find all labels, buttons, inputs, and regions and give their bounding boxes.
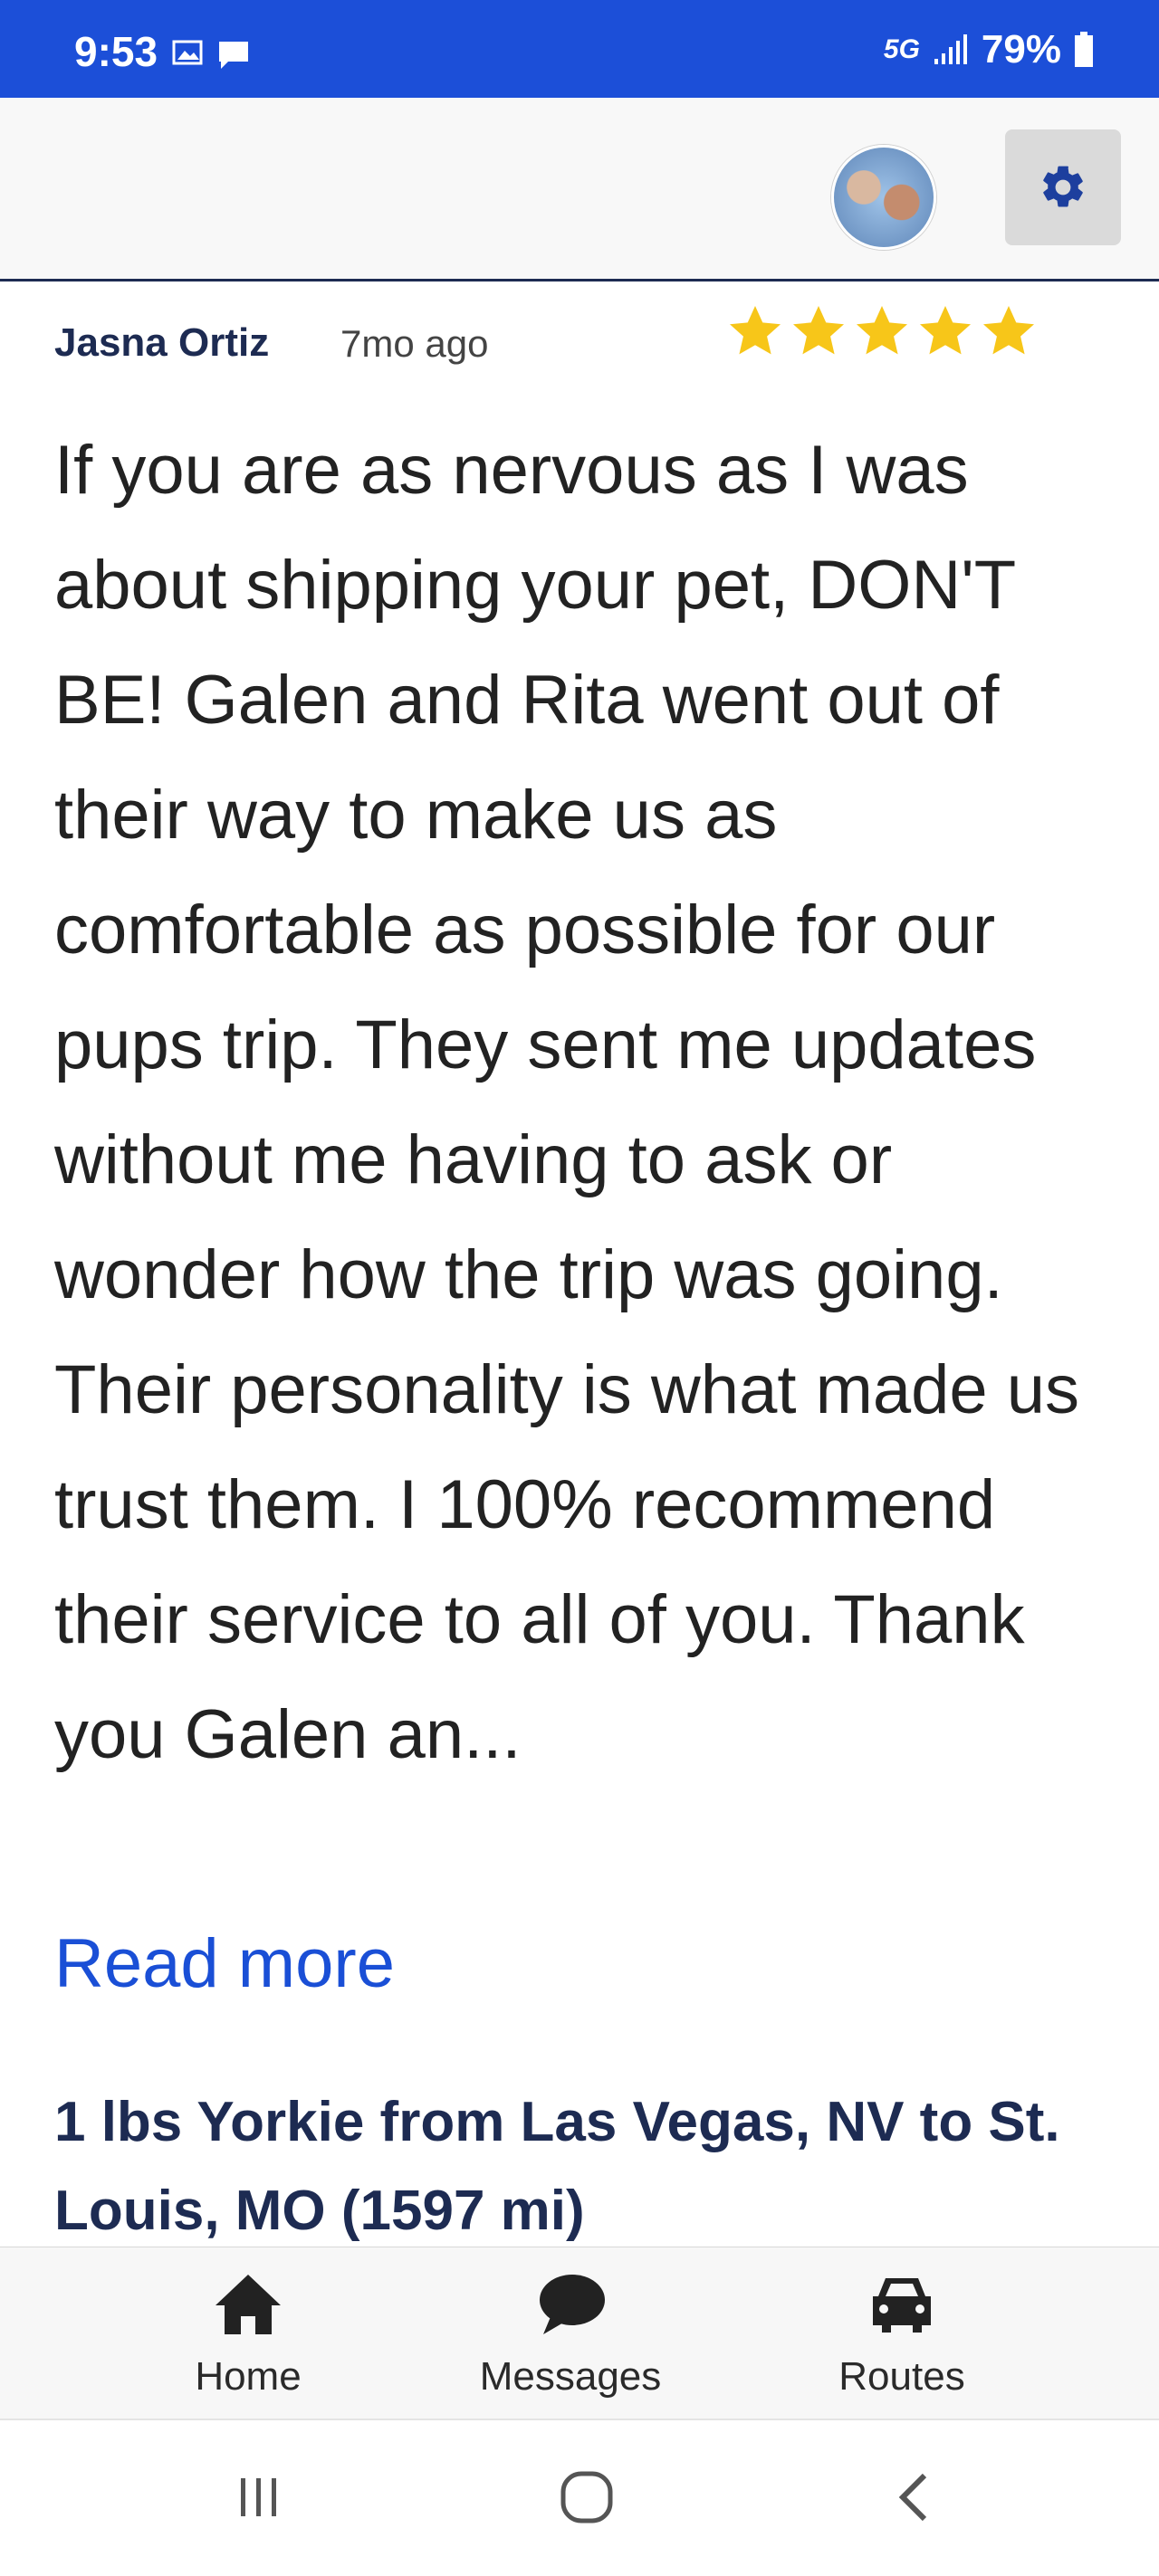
reviewer-name: Jasna Ortiz bbox=[54, 320, 270, 365]
nav-messages-label: Messages bbox=[479, 2354, 662, 2399]
review-text: If you are as nervous as I was about shi… bbox=[54, 432, 1080, 1773]
system-home-button[interactable] bbox=[541, 2466, 632, 2529]
read-more-link[interactable]: Read more bbox=[54, 1924, 395, 2003]
gallery-notification-icon bbox=[172, 40, 203, 65]
star-icon bbox=[920, 306, 971, 355]
back-button[interactable] bbox=[869, 2466, 960, 2529]
system-nav bbox=[0, 2419, 1159, 2576]
home-circle-icon bbox=[560, 2471, 613, 2524]
app-header bbox=[0, 98, 1159, 281]
user-avatar[interactable] bbox=[831, 145, 936, 250]
nav-home-label: Home bbox=[195, 2354, 302, 2399]
status-bar: 9:53 5G 79% bbox=[0, 0, 1159, 98]
car-icon bbox=[873, 2278, 931, 2333]
star-icon bbox=[730, 306, 781, 355]
status-indicators: 5G 79% bbox=[884, 27, 1094, 72]
nav-routes[interactable]: Routes bbox=[784, 2269, 1020, 2405]
recents-button[interactable] bbox=[214, 2466, 304, 2529]
star-rating bbox=[726, 302, 1038, 360]
nav-routes-label: Routes bbox=[838, 2354, 965, 2399]
battery-icon bbox=[1075, 32, 1093, 67]
star-icon bbox=[983, 306, 1034, 355]
bottom-nav: Home Messages Routes bbox=[0, 2247, 1159, 2419]
star-icon bbox=[857, 306, 907, 355]
signal-icon bbox=[934, 34, 967, 64]
home-icon bbox=[216, 2275, 281, 2334]
review-time: 7mo ago bbox=[340, 322, 489, 365]
nav-messages[interactable]: Messages bbox=[453, 2269, 688, 2405]
nav-home[interactable]: Home bbox=[130, 2269, 366, 2405]
settings-button[interactable] bbox=[1005, 129, 1121, 245]
status-time: 9:53 bbox=[74, 28, 158, 75]
network-type: 5G bbox=[883, 34, 920, 64]
message-notification-icon bbox=[219, 42, 248, 69]
chat-bubble-icon bbox=[540, 2275, 605, 2334]
recents-icon bbox=[241, 2478, 276, 2516]
star-icon bbox=[793, 306, 844, 355]
battery-level: 79% bbox=[981, 27, 1061, 72]
back-icon bbox=[898, 2473, 927, 2522]
route-info: 1 lbs Yorkie from Las Vegas, NV to St. L… bbox=[54, 2091, 1060, 2242]
gear-icon bbox=[1043, 166, 1083, 207]
